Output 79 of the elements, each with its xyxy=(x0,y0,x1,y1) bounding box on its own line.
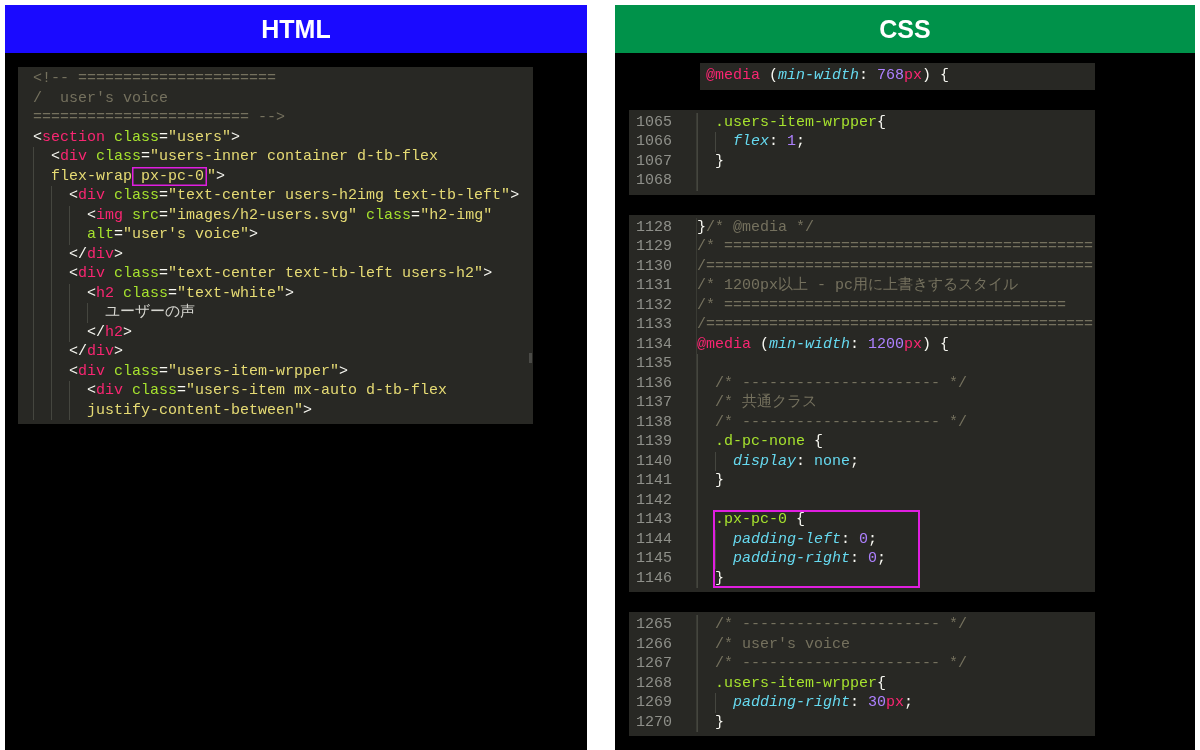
code-line: </h2> xyxy=(87,322,133,342)
line-number: 1140 xyxy=(636,452,672,470)
code-line: padding-right: 30px; xyxy=(733,693,914,713)
code-line: } xyxy=(715,568,724,588)
code-line: "> xyxy=(207,166,226,186)
line-number: 1065 xyxy=(636,113,672,131)
code-line: <img src="images/h2-users.svg" class="h2-img" xyxy=(87,205,493,225)
line-number: 1068 xyxy=(636,172,672,189)
code-line: } xyxy=(715,471,724,491)
code-line: } xyxy=(715,151,724,171)
code-line: <div class="text-center users-h2img text-tb-left"> xyxy=(69,186,520,206)
line-number: 1137 xyxy=(636,394,672,411)
code-line: justify-content-between"> xyxy=(87,400,313,420)
line-number: 1266 xyxy=(636,635,672,653)
code-line: display: none; xyxy=(733,451,860,471)
code-line: /* ---------------------- */ xyxy=(715,373,968,393)
code-line: @media (min-width: 768px) { xyxy=(706,66,950,86)
line-number: 1267 xyxy=(636,655,672,672)
code-line: .users-item-wrpper{ xyxy=(715,112,887,132)
code-line: <div class="users-inner container d-tb-flex xyxy=(51,147,439,167)
line-number: 1135 xyxy=(636,355,672,372)
code-line: flex: 1; xyxy=(733,132,806,152)
line-number: 1268 xyxy=(636,674,672,692)
section-header: HTML xyxy=(5,5,587,53)
scrollbar-thumb[interactable] xyxy=(529,353,532,363)
code-line: /* ========================================= xyxy=(697,237,1094,257)
line-number: 1145 xyxy=(636,550,672,567)
code-line: flex-wrap xyxy=(51,166,132,186)
section-header: CSS xyxy=(615,5,1195,53)
code-line: ======================== --> xyxy=(33,108,286,128)
code-line: .d-pc-none { xyxy=(715,432,824,452)
code-line: <section class="users"> xyxy=(33,127,241,147)
code-line: /* ---------------------- */ xyxy=(715,412,968,432)
line-number: 1269 xyxy=(636,694,672,711)
line-number: 1142 xyxy=(636,491,672,509)
code-line: /=========================================== xyxy=(697,256,1094,276)
line-number: 1128 xyxy=(636,218,672,236)
code-line: } xyxy=(715,712,724,732)
line-number: 1136 xyxy=(636,374,672,392)
code-line: </div> xyxy=(69,342,124,362)
code-line: .users-item-wrpper{ xyxy=(715,673,887,693)
code-line: <!-- ====================== xyxy=(33,69,277,89)
line-number: 1133 xyxy=(636,316,672,333)
code-line: <div class="users-item-wrpper"> xyxy=(69,361,349,381)
code-line: /* ====================================== xyxy=(697,295,1067,315)
line-number: 1146 xyxy=(636,569,672,587)
code-line: /* 共通クラス xyxy=(715,393,817,413)
code-line: /* ---------------------- */ xyxy=(715,615,968,635)
line-number: 1067 xyxy=(636,152,672,170)
line-number: 1129 xyxy=(636,238,672,255)
code-line: @media (min-width: 1200px) { xyxy=(697,334,950,354)
code-line: <h2 class="text-white"> xyxy=(87,283,295,303)
line-number: 1132 xyxy=(636,296,672,314)
line-number: 1134 xyxy=(636,335,672,353)
line-number: 1131 xyxy=(636,277,672,294)
code-line: </div> xyxy=(69,244,124,264)
code-line: / user's voice xyxy=(33,88,169,108)
code-line: ユーザーの声 xyxy=(105,303,195,323)
code-line: <div class="users-item mx-auto d-tb-flex xyxy=(87,381,448,401)
line-number: 1141 xyxy=(636,472,672,489)
code-line: alt="user's voice"> xyxy=(87,225,259,245)
line-number: 1143 xyxy=(636,511,672,528)
line-number: 1270 xyxy=(636,713,672,731)
code-line: /* ---------------------- */ xyxy=(715,654,968,674)
line-number: 1144 xyxy=(636,530,672,548)
code-line: padding-left: 0; xyxy=(733,529,878,549)
code-line: /* user's voice xyxy=(715,634,851,654)
code-line: padding-right: 0; xyxy=(733,549,887,569)
code-line: /=========================================== xyxy=(697,315,1094,335)
code-line: /* 1200px以上 - pc用に上書きするスタイル xyxy=(697,276,1019,296)
highlighted-code: px-pc-0 xyxy=(132,166,208,186)
code-line: }/* @media */ xyxy=(697,217,815,237)
line-number: 1066 xyxy=(636,133,672,150)
code-line: <div class="text-center text-tb-left users-h2"> xyxy=(69,264,493,284)
line-number: 1138 xyxy=(636,413,672,431)
line-number: 1265 xyxy=(636,616,672,633)
line-number: 1139 xyxy=(636,433,672,450)
code-line: .px-pc-0 { xyxy=(715,510,806,530)
line-number: 1130 xyxy=(636,257,672,275)
